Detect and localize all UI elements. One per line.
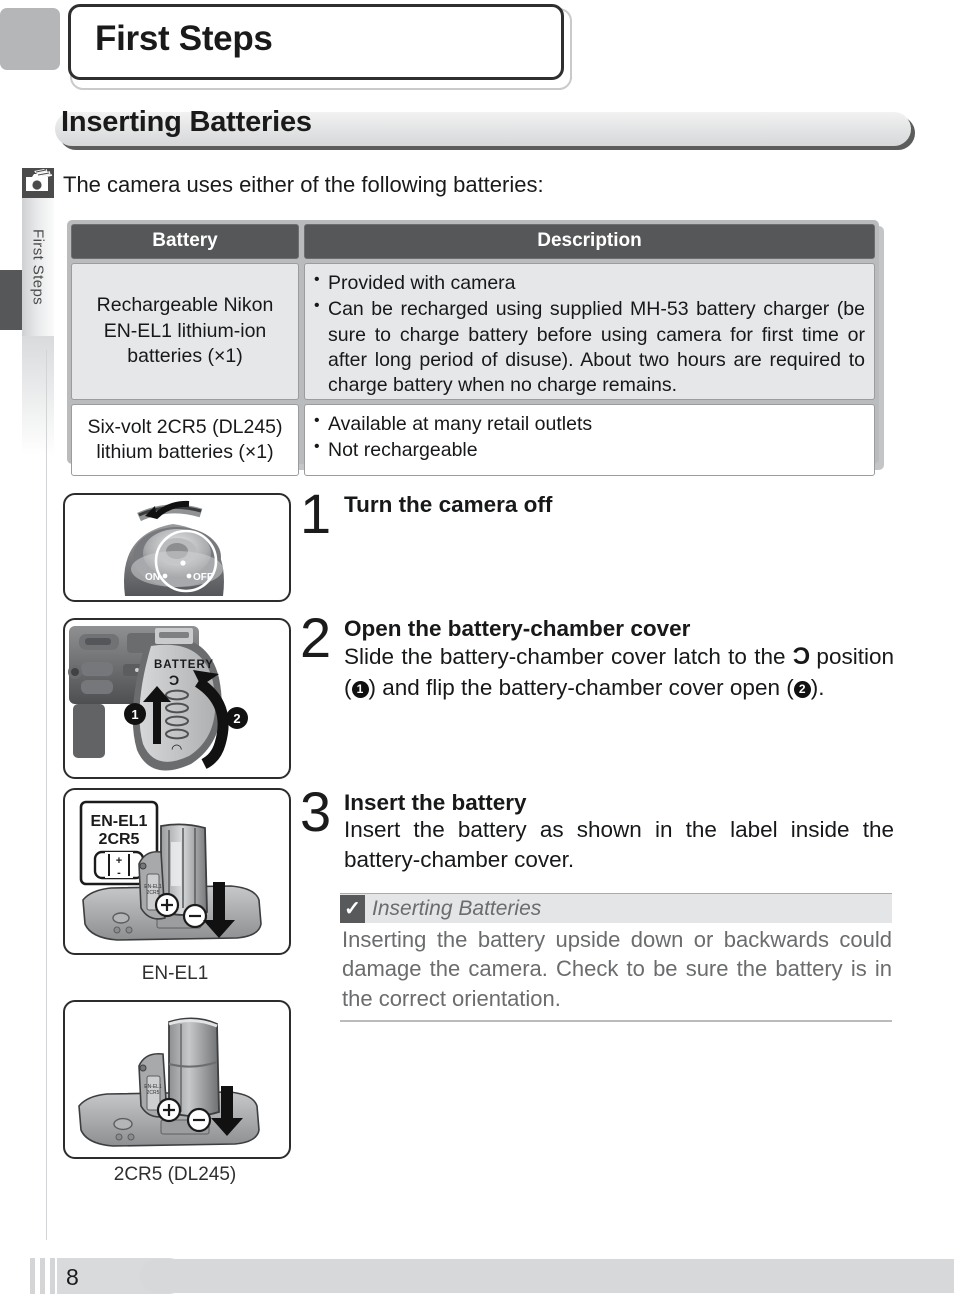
table-row: Six-volt 2CR5 (DL245) lithium batteries … (71, 404, 875, 476)
checkmark-icon: ✓ (340, 894, 365, 923)
caution-title: Inserting Batteries (372, 896, 542, 920)
en-el1-insertion-illustration: EN-EL1 2CR5 + - EN-EL1 2CR5 (63, 788, 291, 955)
chapter-header: First Steps (0, 0, 954, 105)
marker-2-icon: 2 (793, 681, 811, 699)
svg-text:Ɔ: Ɔ (169, 672, 179, 688)
svg-text:2CR5: 2CR5 (147, 1090, 160, 1096)
table-row: Rechargeable Nikon EN-EL1 lithium-ion ba… (71, 263, 875, 400)
footer-tick (40, 1258, 45, 1294)
chapter-title-box: First Steps (68, 4, 564, 80)
sidebar-fade (22, 336, 54, 456)
list-item: Available at many retail outlets (314, 411, 865, 437)
2cr5-insertion-illustration: EN-EL1 2CR5 (63, 1000, 291, 1159)
column-header-description: Description (304, 224, 875, 259)
column-header-battery: Battery (71, 224, 299, 259)
intro-text: The camera uses either of the following … (63, 172, 544, 197)
svg-text:+: + (116, 855, 122, 867)
step-text-part1: Slide the battery-chamber cover latch to… (344, 644, 793, 670)
footer-bar (140, 1259, 954, 1293)
list-item: Provided with camera (314, 270, 865, 296)
page-number: 8 (66, 1264, 79, 1290)
section-title: Inserting Batteries (61, 106, 312, 138)
camera-hand-icon (22, 168, 54, 198)
battery-table: Battery Description Rechargeable Nikon E… (67, 220, 879, 476)
table-header-row: Battery Description (71, 224, 875, 259)
chapter-title: First Steps (95, 19, 273, 58)
svg-text:2CR5: 2CR5 (147, 890, 160, 896)
svg-text:1: 1 (131, 707, 138, 722)
marker-1-icon: 1 (351, 681, 369, 699)
step-text: Insert the battery as shown in the label… (344, 817, 894, 873)
latch-symbol-icon: Ɔ (792, 643, 810, 671)
list-item: Can be recharged using supplied MH-53 ba… (314, 296, 865, 398)
figure-caption-2cr5: 2CR5 (DL245) (113, 1164, 237, 1185)
step-number: 3 (300, 780, 332, 843)
step-heading: Open the battery-chamber cover (344, 616, 691, 641)
step-text-part4: ). (810, 675, 825, 701)
margin-rule-line (46, 350, 47, 1240)
cell-battery-name: Six-volt 2CR5 (DL245) lithium batteries … (71, 404, 299, 476)
svg-text:◠: ◠ (171, 741, 182, 756)
svg-text:2: 2 (233, 711, 240, 726)
step-number: 1 (300, 482, 332, 545)
power-switch-illustration: ON OFF (63, 493, 291, 602)
footer-tick (50, 1258, 55, 1294)
svg-text:-: - (117, 867, 121, 879)
step-heading: Turn the camera off (344, 492, 553, 517)
footer-tick (30, 1258, 35, 1294)
figure-caption-en-el1: EN-EL1 (141, 963, 209, 984)
cell-battery-description: Available at many retail outlets Not rec… (304, 404, 875, 476)
svg-text:BATTERY: BATTERY (154, 659, 214, 671)
cell-battery-name: Rechargeable Nikon EN-EL1 lithium-ion ba… (71, 263, 299, 400)
step-text-part3: ) and flip the battery-chamber cover ope… (368, 675, 794, 701)
svg-text:2CR5: 2CR5 (99, 831, 140, 848)
svg-text:EN-EL1: EN-EL1 (91, 813, 148, 830)
chapter-gray-tab (0, 8, 60, 70)
sidebar-chapter-label: First Steps (29, 228, 47, 306)
sidebar-chapter-tab: First Steps (22, 168, 58, 456)
footer-tick-marks (30, 1258, 55, 1294)
section-header: Inserting Batteries (55, 106, 915, 154)
step-heading: Insert the battery (344, 790, 527, 815)
step-number: 2 (300, 606, 332, 669)
caution-body: Inserting the battery upside down or bac… (340, 923, 892, 1022)
list-item: Not rechargeable (314, 437, 865, 463)
caution-box: ✓ Inserting Batteries Inserting the batt… (340, 893, 892, 1022)
cell-battery-description: Provided with camera Can be recharged us… (304, 263, 875, 400)
battery-chamber-cover-illustration: BATTERY Ɔ ◠ 1 2 (63, 618, 291, 779)
sidebar-dark-marker (0, 270, 22, 330)
step-text: Slide the battery-chamber cover latch to… (344, 641, 894, 703)
caution-header: ✓ Inserting Batteries (340, 893, 892, 923)
